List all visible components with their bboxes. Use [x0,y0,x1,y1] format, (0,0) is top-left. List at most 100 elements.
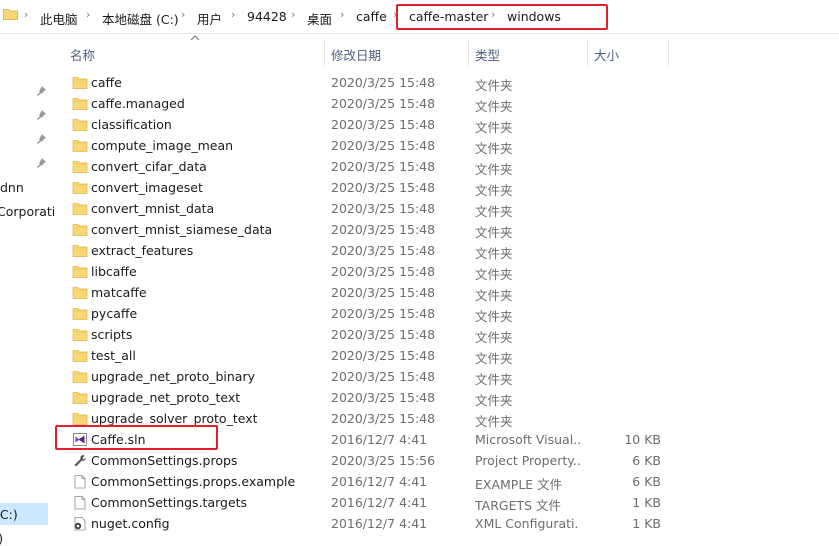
file-row[interactable]: extract_features 2020/3/25 15:48 文件夹 [52,240,839,261]
pin-icon[interactable] [35,109,47,121]
file-name[interactable]: CommonSettings.targets [91,495,247,510]
file-type: 文件夹 [475,141,513,156]
file-name[interactable]: upgrade_net_proto_text [91,390,240,405]
file-name[interactable]: test_all [91,348,136,363]
file-name[interactable]: classification [91,117,172,132]
nav-item-corporation[interactable]: Corporati [0,204,55,219]
breadcrumb-item-local-disk[interactable]: 本地磁盘 (C:) [102,9,179,28]
file-modified-date: 2016/12/7 4:41 [331,474,428,489]
breadcrumb-item-users[interactable]: 用户 [197,9,222,28]
column-divider[interactable] [468,40,469,66]
file-modified-date: 2020/3/25 15:48 [331,411,436,426]
nav-item-dnn[interactable]: dnn [0,180,24,195]
file-modified-date: 2020/3/25 15:48 [331,369,436,384]
breadcrumb-item-this-pc[interactable]: 此电脑 [40,9,78,28]
folder-icon [72,350,88,362]
folder-icon [72,224,88,236]
file-row[interactable]: libcaffe 2020/3/25 15:48 文件夹 [52,261,839,282]
file-row[interactable]: scripts 2020/3/25 15:48 文件夹 [52,324,839,345]
breadcrumb-separator[interactable]: › [181,8,185,21]
pin-icon[interactable] [35,133,47,145]
breadcrumb-separator[interactable]: › [86,8,90,21]
column-header-date[interactable]: 修改日期 [331,45,381,64]
file-name[interactable]: CommonSettings.props.example [91,474,295,489]
file-modified-date: 2016/12/7 4:41 [331,432,428,447]
file-type: 文件夹 [475,246,513,261]
column-divider[interactable] [324,40,325,66]
file-row[interactable]: caffe.managed 2020/3/25 15:48 文件夹 [52,93,839,114]
file-modified-date: 2020/3/25 15:48 [331,201,436,216]
file-row[interactable]: CommonSettings.targets 2016/12/7 4:41 TARG… [52,492,839,513]
breadcrumb-item-94428[interactable]: 94428 [247,9,287,24]
file-row[interactable]: convert_imageset 2020/3/25 15:48 文件夹 [52,177,839,198]
file-name[interactable]: compute_image_mean [91,138,233,153]
folder-icon [72,77,88,89]
breadcrumb-separator[interactable]: › [340,8,344,21]
file-modified-date: 2020/3/25 15:48 [331,96,436,111]
file-row[interactable]: convert_mnist_data 2020/3/25 15:48 文件夹 [52,198,839,219]
folder-icon [72,413,88,425]
file-type: 文件夹 [475,393,513,408]
file-row[interactable]: upgrade_net_proto_text 2020/3/25 15:48 文件夹 [52,387,839,408]
breadcrumb-separator[interactable]: › [291,8,295,21]
file-type: TARGETS 文件 [475,498,562,513]
file-name[interactable]: nuget.config [91,516,170,531]
file-row[interactable]: convert_cifar_data 2020/3/25 15:48 文件夹 [52,156,839,177]
file-modified-date: 2016/12/7 4:41 [331,495,428,510]
file-name[interactable]: convert_mnist_siamese_data [91,222,272,237]
file-size: 1 KB [632,516,661,531]
column-header-name[interactable]: 名称 [70,45,95,64]
file-name[interactable]: libcaffe [91,264,137,279]
folder-icon [72,266,88,278]
folder-icon [72,308,88,320]
nav-item-c-drive[interactable]: (C:) [0,507,18,522]
file-name[interactable]: extract_features [91,243,193,258]
file-modified-date: 2016/12/7 4:41 [331,516,428,531]
file-row[interactable]: convert_mnist_siamese_data 2020/3/25 15:4… [52,219,839,240]
address-bar[interactable]: › 此电脑 › 本地磁盘 (C:) › 用户 › 94428 › 桌面 › ca… [0,0,839,34]
file-modified-date: 2020/3/25 15:48 [331,180,436,195]
file-name[interactable]: CommonSettings.props [91,453,237,468]
column-divider[interactable] [587,40,588,66]
file-row[interactable]: test_all 2020/3/25 15:48 文件夹 [52,345,839,366]
file-row[interactable]: upgrade_net_proto_binary 2020/3/25 15:48 文… [52,366,839,387]
file-name[interactable]: upgrade_solver_proto_text [91,411,258,426]
file-name[interactable]: pycaffe [91,306,137,321]
file-row[interactable]: matcaffe 2020/3/25 15:48 文件夹 [52,282,839,303]
column-header-row: 名称 修改日期 类型 大小 [52,34,839,68]
file-type: EXAMPLE 文件 [475,477,563,492]
file-row[interactable]: CommonSettings.props.example 2016/12/7 4:… [52,471,839,492]
column-header-size[interactable]: 大小 [594,45,619,64]
file-row[interactable]: CommonSettings.props 2020/3/25 15:56 Proje… [52,450,839,471]
pin-icon[interactable] [35,157,47,169]
file-name[interactable]: convert_mnist_data [91,201,214,216]
file-icon [74,496,86,510]
nav-item-drive[interactable]: :) [0,531,3,546]
file-name[interactable]: upgrade_net_proto_binary [91,369,255,384]
file-name[interactable]: caffe.managed [91,96,185,111]
file-row[interactable]: compute_image_mean 2020/3/25 15:48 文件夹 [52,135,839,156]
breadcrumb-item-desktop[interactable]: 桌面 [307,9,332,28]
column-divider[interactable] [668,40,669,66]
file-modified-date: 2020/3/25 15:48 [331,75,436,90]
file-row[interactable]: nuget.config 2016/12/7 4:41 XML Configurat… [52,513,839,534]
file-type: Project Property... [475,453,580,468]
file-name[interactable]: matcaffe [91,285,147,300]
file-name[interactable]: convert_imageset [91,180,203,195]
file-row[interactable]: caffe 2020/3/25 15:48 文件夹 [52,72,839,93]
breadcrumb-separator[interactable]: › [231,8,235,21]
file-type: Microsoft Visual... [475,432,580,447]
pin-icon[interactable] [35,85,47,97]
file-modified-date: 2020/3/25 15:48 [331,306,436,321]
breadcrumb-separator[interactable]: › [24,8,28,21]
breadcrumb-item-caffe[interactable]: caffe [356,9,387,24]
file-row[interactable]: pycaffe 2020/3/25 15:48 文件夹 [52,303,839,324]
file-name[interactable]: scripts [91,327,132,342]
file-type: 文件夹 [475,183,513,198]
folder-icon [3,9,18,20]
column-header-type[interactable]: 类型 [475,45,500,64]
file-name[interactable]: convert_cifar_data [91,159,207,174]
file-name[interactable]: caffe [91,75,122,90]
file-row[interactable]: classification 2020/3/25 15:48 文件夹 [52,114,839,135]
navigation-pane[interactable]: dnn Corporati (C:) :) [0,34,55,546]
